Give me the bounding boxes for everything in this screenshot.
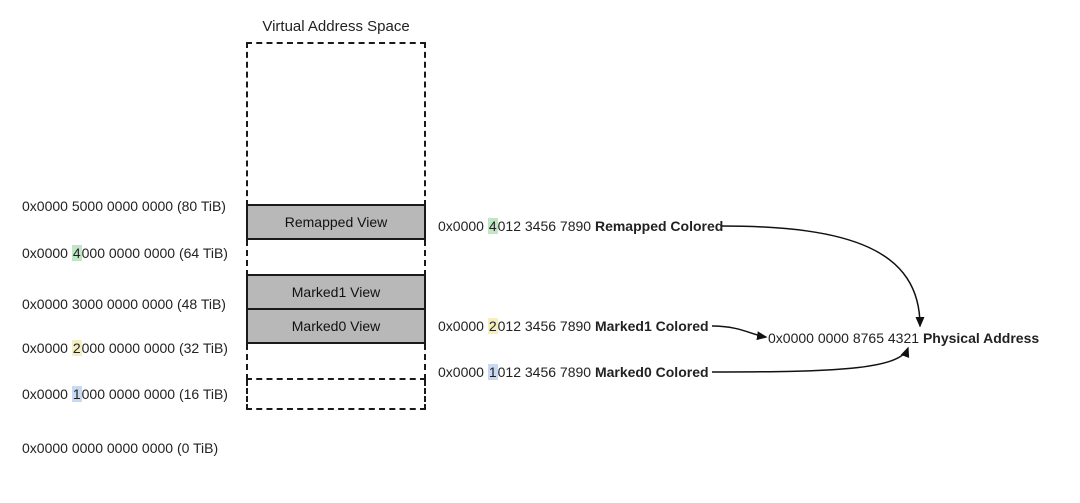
addr-32tib: 0x0000 2000 0000 0000 (32 TiB) — [22, 340, 244, 356]
highlight-1-colored: 1 — [488, 364, 498, 380]
highlight-2-colored: 2 — [488, 318, 498, 334]
physical-address: 0x0000 0000 8765 4321 Physical Address — [768, 330, 1039, 346]
marked0-colored-addr: 0x0000 1012 3456 7890 Marked0 Colored — [438, 364, 709, 380]
addr-64tib: 0x0000 4000 0000 0000 (64 TiB) — [22, 245, 244, 261]
marked1-view-box: Marked1 View — [246, 274, 426, 310]
highlight-4-colored: 4 — [488, 218, 498, 234]
remapped-view-box: Remapped View — [246, 204, 426, 240]
diagram-stage: Virtual Address Space Remapped View Mark… — [0, 0, 1080, 503]
addr-80tib: 0x0000 5000 0000 0000 (80 TiB) — [22, 198, 244, 214]
empty-region-mid1 — [246, 240, 426, 276]
virtual-address-column: Remapped View Marked1 View Marked0 View — [246, 42, 426, 410]
empty-region-bottom — [246, 380, 426, 410]
marked1-colored-addr: 0x0000 2012 3456 7890 Marked1 Colored — [438, 318, 709, 334]
addr-0tib: 0x0000 0000 0000 0000 (0 TiB) — [22, 440, 244, 456]
addr-48tib: 0x0000 3000 0000 0000 (48 TiB) — [22, 296, 244, 312]
empty-region-mid2 — [246, 344, 426, 380]
marked0-view-box: Marked0 View — [246, 308, 426, 344]
remapped-colored-addr: 0x0000 4012 3456 7890 Remapped Colored — [438, 218, 723, 234]
highlight-4: 4 — [72, 245, 82, 261]
empty-region-top — [246, 42, 426, 206]
highlight-2: 2 — [72, 340, 82, 356]
column-title: Virtual Address Space — [246, 18, 426, 35]
highlight-1: 1 — [72, 386, 82, 402]
addr-16tib: 0x0000 1000 0000 0000 (16 TiB) — [22, 386, 244, 402]
